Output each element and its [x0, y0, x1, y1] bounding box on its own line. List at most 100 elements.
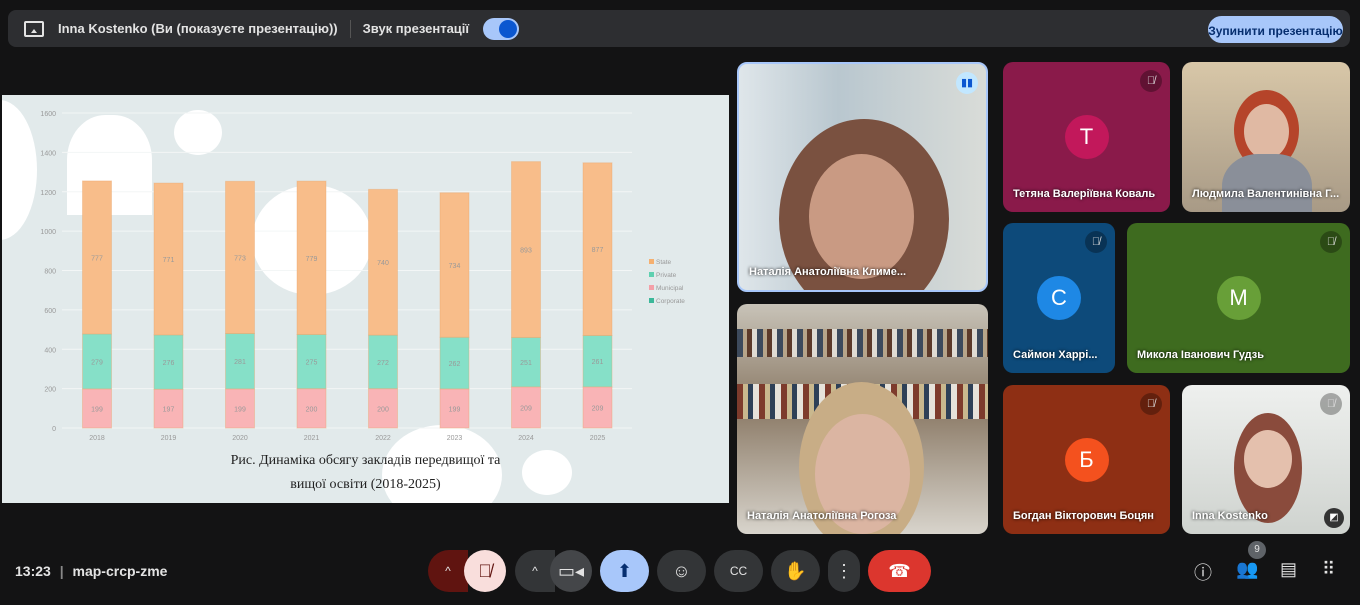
data-label: 740 [377, 260, 389, 267]
x-tick-label: 2019 [161, 435, 177, 442]
camera-toggle-button[interactable]: ▭◂ [550, 550, 592, 592]
chat-icon[interactable]: ▤ [1280, 559, 1297, 580]
legend-swatch [649, 259, 654, 264]
y-tick-label: 1000 [40, 229, 56, 236]
video-face [1244, 430, 1292, 488]
data-label: 199 [449, 406, 461, 413]
caption-line-2: вищої освіти (2018-2025) [290, 477, 441, 492]
participant-name: Саймон Харрі... [1013, 349, 1098, 361]
activities-grid-icon[interactable]: ⠿ [1322, 559, 1335, 580]
mic-off-icon: 🎙̸ [478, 560, 492, 581]
presentation-sound-toggle[interactable] [483, 17, 520, 40]
participant-name: Наталія Анатоліївна Рогоза [747, 510, 897, 522]
data-label: 209 [592, 405, 604, 412]
speaking-indicator-icon: ▮▮ [956, 72, 978, 94]
avatar: Т [1064, 115, 1109, 159]
picture-in-picture-icon[interactable]: ◩ [1324, 508, 1344, 528]
participant-name: Богдан Вікторович Боцян [1013, 510, 1154, 522]
people-icon[interactable]: 👥 [1236, 559, 1258, 580]
x-tick-label: 2024 [518, 435, 534, 442]
legend-swatch [649, 285, 654, 290]
meeting-controls-bar: 13:23 | map-crcp-zme ^ 🎙̸ ^ ▭◂ ⬆ ☺ CC ✋ … [0, 541, 1360, 600]
data-label: 272 [377, 360, 389, 367]
video-options-button[interactable]: ^ [515, 550, 555, 592]
mic-off-icon: 🎙̸ [1320, 393, 1342, 415]
video-face [809, 154, 914, 279]
legend-swatch [649, 298, 654, 303]
present-screen-icon [24, 20, 44, 37]
y-tick-label: 0 [52, 426, 56, 433]
y-tick-label: 600 [44, 308, 56, 315]
present-screen-icon: ⬆ [616, 560, 633, 581]
data-label: 275 [306, 360, 318, 367]
y-tick-label: 1200 [40, 190, 56, 197]
present-button[interactable]: ⬆ [600, 550, 649, 592]
x-tick-label: 2018 [89, 435, 105, 442]
data-label: 777 [91, 255, 103, 262]
microphone-toggle-button[interactable]: 🎙̸ [464, 550, 506, 592]
participant-name: Inna Kostenko [1192, 510, 1268, 522]
data-label: 261 [592, 359, 604, 366]
mic-off-icon: 🎙̸ [1320, 231, 1342, 253]
participant-tile[interactable]: Наталія Анатоліївна Рогоза [737, 304, 988, 534]
participant-tile[interactable]: Людмила Валентинівна Г... [1182, 62, 1350, 212]
meeting-info-icon[interactable]: ⓘ [1194, 559, 1212, 585]
presentation-slide: 0 200 400 600 800 1000 1200 1400 1600 199 279 777 20… [2, 95, 729, 503]
y-tick-label: 1400 [40, 150, 56, 157]
legend-label: Corporate [656, 298, 685, 305]
reactions-button[interactable]: ☺ [657, 550, 706, 592]
x-tick-label: 2020 [232, 435, 248, 442]
x-tick-label: 2023 [447, 435, 463, 442]
presentation-bar: Inna Kostenko (Ви (показуєте презентацію… [8, 10, 1350, 47]
presenter-label: Inna Kostenko (Ви (показуєте презентацію… [58, 21, 338, 36]
data-label: 251 [520, 360, 532, 367]
legend-label: State [656, 259, 672, 266]
clock: 13:23 [15, 563, 51, 579]
data-label: 281 [234, 359, 246, 366]
participant-tile[interactable]: Б 🎙̸ Богдан Вікторович Боцян [1003, 385, 1170, 534]
divider [349, 19, 351, 38]
data-label: 734 [449, 263, 461, 270]
captions-button[interactable]: CC [714, 550, 763, 592]
data-label: 276 [163, 360, 175, 367]
more-options-button[interactable]: ⋮ [828, 550, 860, 592]
closed-captions-icon: CC [729, 564, 748, 578]
participant-tile[interactable]: 🎙̸ ◩ Inna Kostenko [1182, 385, 1350, 534]
leave-call-button[interactable]: ☎ [868, 550, 931, 592]
data-label: 773 [234, 255, 246, 262]
volume-icon [499, 19, 518, 38]
participants-count-badge: 9 [1248, 541, 1266, 559]
x-tick-label: 2022 [375, 435, 391, 442]
participant-name: Людмила Валентинівна Г... [1192, 188, 1340, 200]
avatar: С [1037, 276, 1081, 320]
mic-off-icon: 🎙̸ [1140, 393, 1162, 415]
data-label: 877 [592, 247, 604, 254]
data-label: 200 [306, 406, 318, 413]
stop-presenting-button[interactable]: Зупинити презентацію [1208, 16, 1343, 43]
participant-tile[interactable]: С 🎙̸ Саймон Харрі... [1003, 223, 1115, 373]
participant-name: Микола Іванович Гудзь [1137, 349, 1265, 361]
data-label: 893 [520, 248, 532, 255]
chevron-up-icon: ^ [445, 564, 451, 578]
y-tick-label: 1600 [40, 111, 56, 118]
video-camera-icon: ▭◂ [557, 560, 585, 581]
chevron-up-icon: ^ [532, 564, 538, 578]
y-tick-label: 400 [44, 347, 56, 354]
caption-line-1: Рис. Динаміка обсягу закладів передвищої… [230, 453, 501, 468]
participant-tile[interactable]: М 🎙̸ Микола Іванович Гудзь [1127, 223, 1350, 373]
y-tick-label: 800 [44, 269, 56, 276]
legend-swatch [649, 272, 654, 277]
data-label: 197 [163, 407, 175, 414]
avatar: М [1216, 276, 1261, 320]
participant-tile[interactable]: ▮▮ Наталія Анатоліївна Климе... [737, 62, 988, 292]
audio-options-button[interactable]: ^ [428, 550, 468, 592]
participant-name: Тетяна Валеріївна Коваль [1013, 188, 1156, 200]
data-label: 279 [91, 359, 103, 366]
video-body [1222, 154, 1312, 212]
participant-tile[interactable]: Т 🎙̸ Тетяна Валеріївна Коваль [1003, 62, 1170, 212]
raise-hand-button[interactable]: ✋ [771, 550, 820, 592]
data-label: 199 [234, 406, 246, 413]
more-vert-icon: ⋮ [835, 560, 853, 581]
data-label: 771 [163, 257, 175, 264]
mic-off-icon: 🎙̸ [1085, 231, 1107, 253]
